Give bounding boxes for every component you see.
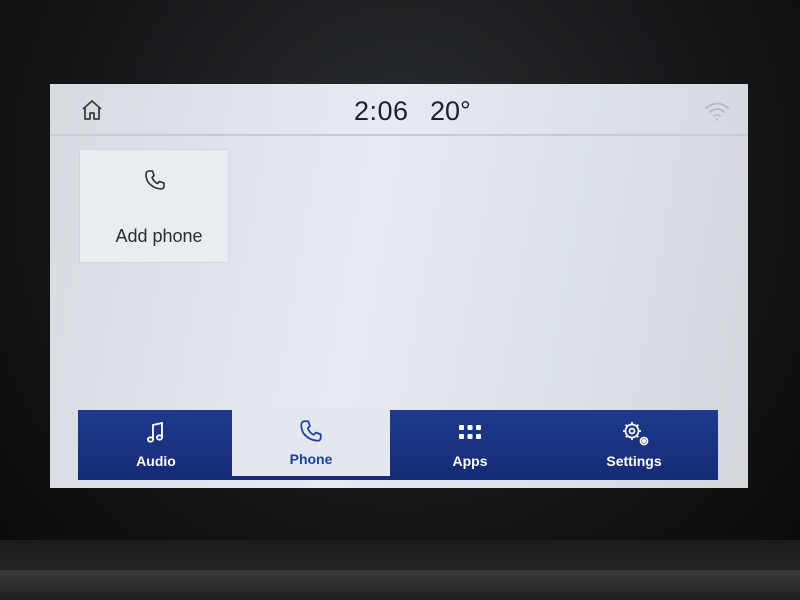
nav-phone-label: Phone xyxy=(289,451,333,467)
add-phone-label: Add phone xyxy=(115,226,203,246)
grid-icon xyxy=(457,420,483,446)
bottom-nav-bar: Audio Phone Apps Settings xyxy=(78,408,718,480)
phone-icon xyxy=(298,418,324,444)
dashboard-vent xyxy=(0,570,800,600)
clock: 2:06 xyxy=(354,96,409,126)
outside-temperature: 20° xyxy=(430,96,471,126)
status-bar: 2:06 20° xyxy=(50,84,748,136)
phone-icon xyxy=(143,168,167,192)
nav-settings[interactable]: Settings xyxy=(550,410,718,480)
infotainment-screen: 2:06 20° Add phone Audio Phone Apps Sett… xyxy=(50,84,748,488)
gear-icon xyxy=(621,420,649,446)
nav-phone[interactable]: Phone xyxy=(232,408,390,476)
nav-audio-label: Audio xyxy=(136,453,176,469)
music-note-icon xyxy=(143,420,169,446)
add-phone-tile[interactable]: Add phone xyxy=(80,150,228,262)
wifi-icon xyxy=(704,100,730,122)
nav-settings-label: Settings xyxy=(606,453,662,469)
nav-apps-label: Apps xyxy=(452,453,488,469)
dashboard-trim xyxy=(0,540,800,600)
nav-apps[interactable]: Apps xyxy=(392,410,548,480)
nav-audio[interactable]: Audio xyxy=(78,410,234,480)
home-icon[interactable] xyxy=(80,98,104,122)
